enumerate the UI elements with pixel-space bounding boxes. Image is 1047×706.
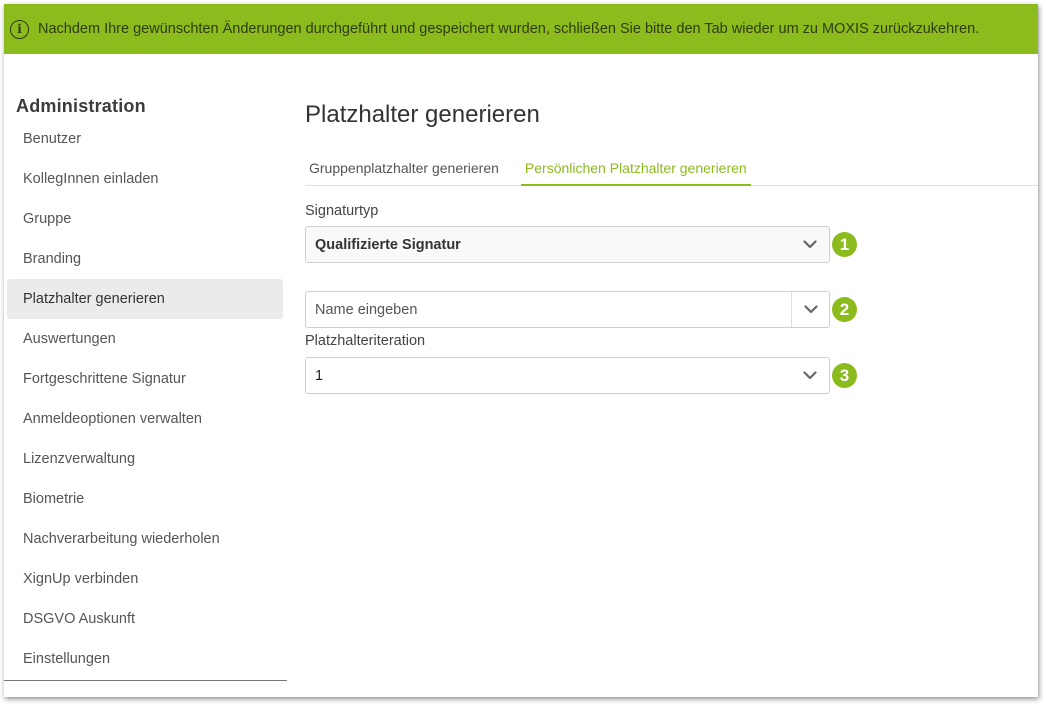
tab-persoenlicher-platzhalter[interactable]: Persönlichen Platzhalter generieren bbox=[520, 152, 751, 186]
sidebar-nav: Benutzer KollegInnen einladen Gruppe Bra… bbox=[7, 119, 283, 679]
sidebar-item-lizenzverwaltung[interactable]: Lizenzverwaltung bbox=[7, 439, 283, 479]
sidebar-title: Administration bbox=[16, 96, 146, 116]
sidebar-item-branding[interactable]: Branding bbox=[7, 239, 283, 279]
chevron-down-icon[interactable] bbox=[791, 227, 829, 262]
tab-gruppenplatzhalter[interactable]: Gruppenplatzhalter generieren bbox=[305, 152, 503, 186]
iteration-select[interactable]: 1 bbox=[305, 357, 830, 394]
callout-badge-1: 1 bbox=[832, 232, 857, 257]
sidebar-item-auswertungen[interactable]: Auswertungen bbox=[7, 319, 283, 359]
sidebar-divider bbox=[4, 680, 287, 681]
sidebar-item-biometrie[interactable]: Biometrie bbox=[7, 479, 283, 519]
signature-type-select[interactable]: Qualifizierte Signatur bbox=[305, 226, 830, 263]
iteration-label: Platzhalteriteration bbox=[305, 333, 426, 349]
name-input[interactable]: Name eingeben bbox=[305, 291, 830, 328]
info-circle-icon: i bbox=[10, 19, 29, 39]
sidebar-item-benutzer[interactable]: Benutzer bbox=[7, 119, 283, 159]
info-banner: i Nachdem Ihre gewünschten Änderungen du… bbox=[4, 4, 1038, 54]
sidebar-item-kolleginnen-einladen[interactable]: KollegInnen einladen bbox=[7, 159, 283, 199]
tab-bar: Gruppenplatzhalter generieren Persönlich… bbox=[305, 152, 1038, 186]
callout-badge-2: 2 bbox=[832, 297, 857, 322]
sidebar-item-dsgvo[interactable]: DSGVO Auskunft bbox=[7, 599, 283, 639]
sidebar-item-xignup[interactable]: XignUp verbinden bbox=[7, 559, 283, 599]
sidebar-item-anmeldeoptionen[interactable]: Anmeldeoptionen verwalten bbox=[7, 399, 283, 439]
banner-text: Nachdem Ihre gewünschten Änderungen durc… bbox=[38, 21, 980, 37]
iteration-value: 1 bbox=[315, 367, 324, 384]
name-input-placeholder: Name eingeben bbox=[315, 301, 418, 318]
sidebar-item-nachverarbeitung[interactable]: Nachverarbeitung wiederholen bbox=[7, 519, 283, 559]
signature-type-label: Signaturtyp bbox=[305, 203, 379, 219]
sidebar-item-fortgeschrittene-signatur[interactable]: Fortgeschrittene Signatur bbox=[7, 359, 283, 399]
page-title: Platzhalter generieren bbox=[305, 101, 540, 128]
callout-badge-3: 3 bbox=[832, 363, 857, 388]
sidebar-item-gruppe[interactable]: Gruppe bbox=[7, 199, 283, 239]
sidebar-item-platzhalter-generieren[interactable]: Platzhalter generieren bbox=[7, 279, 283, 319]
signature-type-value: Qualifizierte Signatur bbox=[315, 236, 461, 253]
chevron-down-icon[interactable] bbox=[791, 358, 829, 393]
chevron-down-icon[interactable] bbox=[791, 292, 829, 327]
app-window: i Nachdem Ihre gewünschten Änderungen du… bbox=[4, 4, 1038, 697]
sidebar-item-einstellungen[interactable]: Einstellungen bbox=[7, 639, 283, 679]
